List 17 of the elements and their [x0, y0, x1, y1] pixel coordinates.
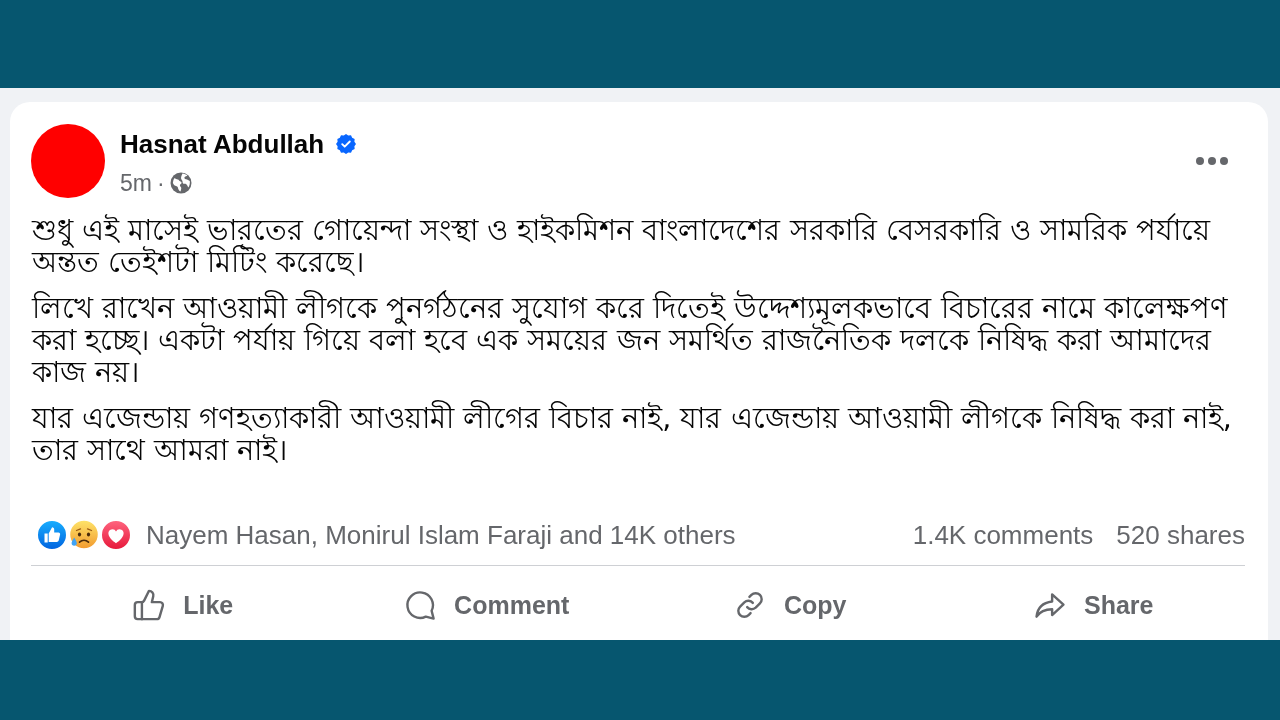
- post-paragraph: শুধু এই মাসেই ভারতের গোয়েন্দা সংস্থা ও হাইকমিশন বাংলাদেশের সরকারি বেসরকারি ও সামরিক পর্যায়ে অন্তত তেইশটা মিটিং করেছে।: [32, 215, 1212, 279]
- thumbs-up-icon: [132, 588, 167, 622]
- globe-icon: [169, 172, 192, 194]
- thumbs-up-icon: [36, 519, 68, 551]
- reaction-names[interactable]: Nayem Hasan, Monirul Islam Faraji and 14K others: [146, 519, 736, 551]
- author-name[interactable]: Hasnat Abdullah: [120, 128, 325, 160]
- more-options-icon[interactable]: [1196, 157, 1228, 165]
- separator: ·: [156, 169, 165, 197]
- speech-bubble-icon: [403, 588, 438, 622]
- comments-count[interactable]: 1.4K comments: [912, 519, 1094, 551]
- post-time[interactable]: 5m: [120, 169, 152, 197]
- shares-count[interactable]: 520 shares: [1116, 519, 1245, 551]
- comment-button[interactable]: Comment: [403, 583, 570, 627]
- copy-button[interactable]: Copy: [733, 583, 847, 627]
- like-button[interactable]: Like: [132, 583, 234, 627]
- crying-face-icon: [68, 519, 100, 551]
- share-button[interactable]: Share: [1033, 583, 1154, 627]
